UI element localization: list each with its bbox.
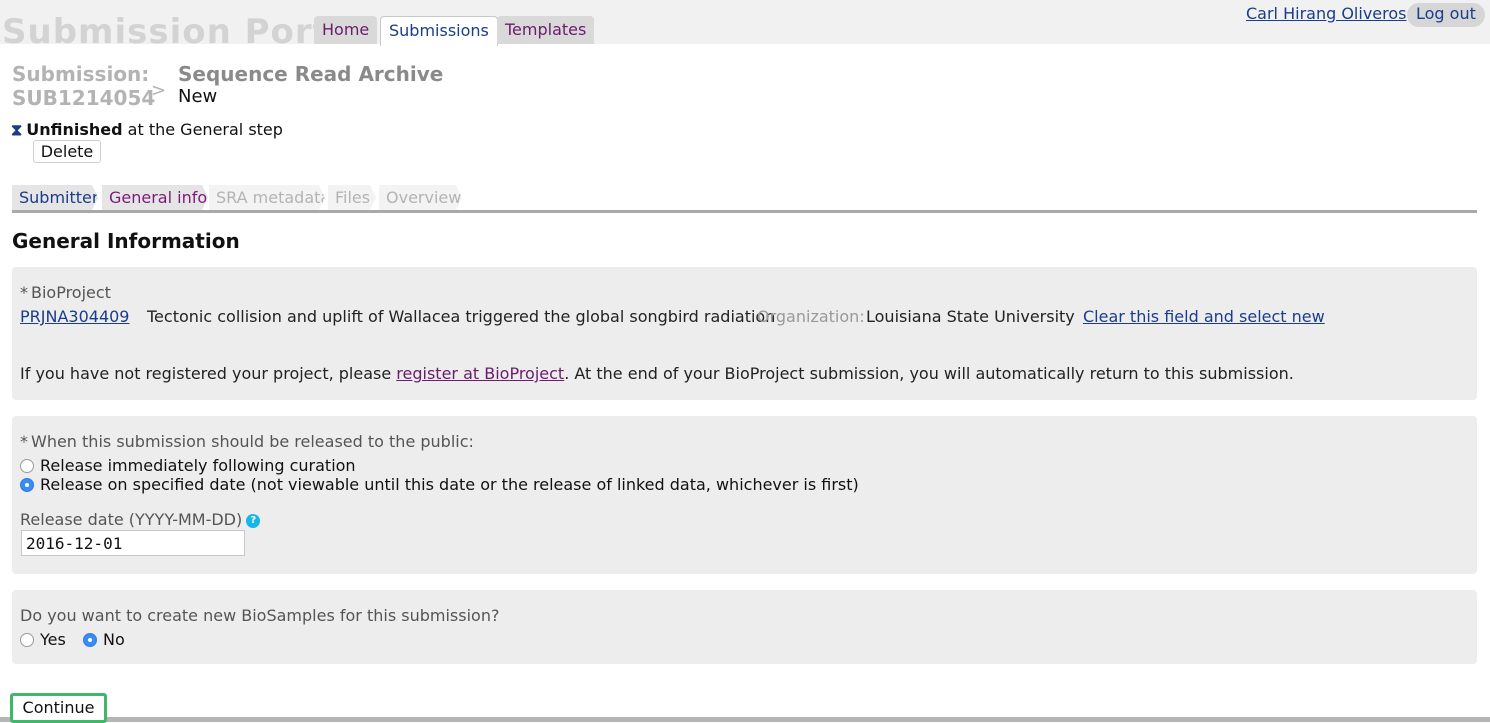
biosamples-no-label: No (103, 630, 125, 649)
tab-submissions[interactable]: Submissions (380, 16, 498, 46)
release-on-date-radio[interactable] (20, 477, 34, 492)
biosamples-panel (12, 590, 1477, 664)
continue-button[interactable]: Continue (10, 693, 107, 723)
biosamples-no-option[interactable]: No (83, 630, 125, 649)
release-date-input[interactable] (21, 530, 245, 556)
delete-button[interactable]: Delete (33, 140, 101, 163)
submission-state: New (178, 86, 218, 107)
user-name-link[interactable]: Carl Hirang Oliveros (1246, 4, 1406, 23)
required-mark: * (20, 432, 28, 451)
bioproject-label: * BioProject (20, 283, 111, 302)
step-sra-metadata: SRA metadata (209, 185, 325, 210)
biosamples-yes-label: Yes (40, 630, 66, 649)
tab-templates[interactable]: Templates (497, 16, 595, 44)
clear-bioproject-link[interactable]: Clear this field and select new (1083, 307, 1325, 326)
section-title: General Information (12, 229, 240, 253)
portal-title: Submission Portal (2, 12, 367, 52)
required-mark: * (20, 283, 28, 302)
release-question: * When this submission should be released… (20, 432, 474, 451)
register-bioproject-link[interactable]: register at BioProject (396, 364, 564, 383)
step-general-info: General info (102, 185, 208, 210)
organization-value: Louisiana State University (866, 307, 1075, 326)
hourglass-icon: ⧗ (11, 120, 23, 139)
release-date-label: Release date (YYYY-MM-DD)? (20, 510, 261, 529)
note-after: . At the end of your BioProject submissi… (564, 364, 1294, 383)
note-before: If you have not registered your project,… (20, 364, 392, 383)
biosamples-no-radio[interactable] (83, 632, 97, 647)
release-immediately-label: Release immediately following curation (40, 456, 356, 475)
biosamples-question: Do you want to create new BioSamples for… (20, 606, 500, 625)
step-files: Files (328, 185, 376, 210)
biosamples-yes-radio[interactable] (20, 632, 34, 647)
steps-divider (12, 210, 1477, 213)
question-icon[interactable]: ? (246, 513, 261, 528)
logout-button[interactable]: Log out (1407, 3, 1485, 27)
bioproject-note: If you have not registered your project,… (20, 364, 1294, 383)
bioproject-accession-link[interactable]: PRJNA304409 (20, 307, 129, 326)
release-immediately-option[interactable]: Release immediately following curation (20, 456, 356, 475)
release-question-text: When this submission should be released … (31, 432, 474, 451)
bioproject-label-text: BioProject (31, 283, 111, 302)
step-submitter[interactable]: Submitter (12, 185, 98, 210)
biosamples-yes-option[interactable]: Yes (20, 630, 66, 649)
submission-id: SUB1214054 (12, 86, 156, 110)
status-bold: Unfinished (26, 120, 123, 139)
submission-status: ⧗ Unfinished at the General step (11, 120, 283, 140)
organization-label: Organization: (757, 307, 865, 326)
bottom-edge (0, 717, 1490, 722)
step-overview: Overview (379, 185, 462, 210)
release-date-label-text: Release date (YYYY-MM-DD) (20, 510, 243, 529)
submission-type: Sequence Read Archive (178, 62, 444, 86)
submission-label: Submission: (12, 62, 150, 86)
release-on-date-label: Release on specified date (not viewable … (40, 475, 859, 494)
release-on-date-option[interactable]: Release on specified date (not viewable … (20, 475, 859, 494)
tab-home[interactable]: Home (314, 16, 378, 44)
release-immediately-radio[interactable] (20, 458, 34, 473)
breadcrumb-separator: > (151, 80, 167, 101)
status-text: at the General step (127, 120, 283, 139)
bioproject-title: Tectonic collision and uplift of Wallace… (147, 307, 776, 326)
